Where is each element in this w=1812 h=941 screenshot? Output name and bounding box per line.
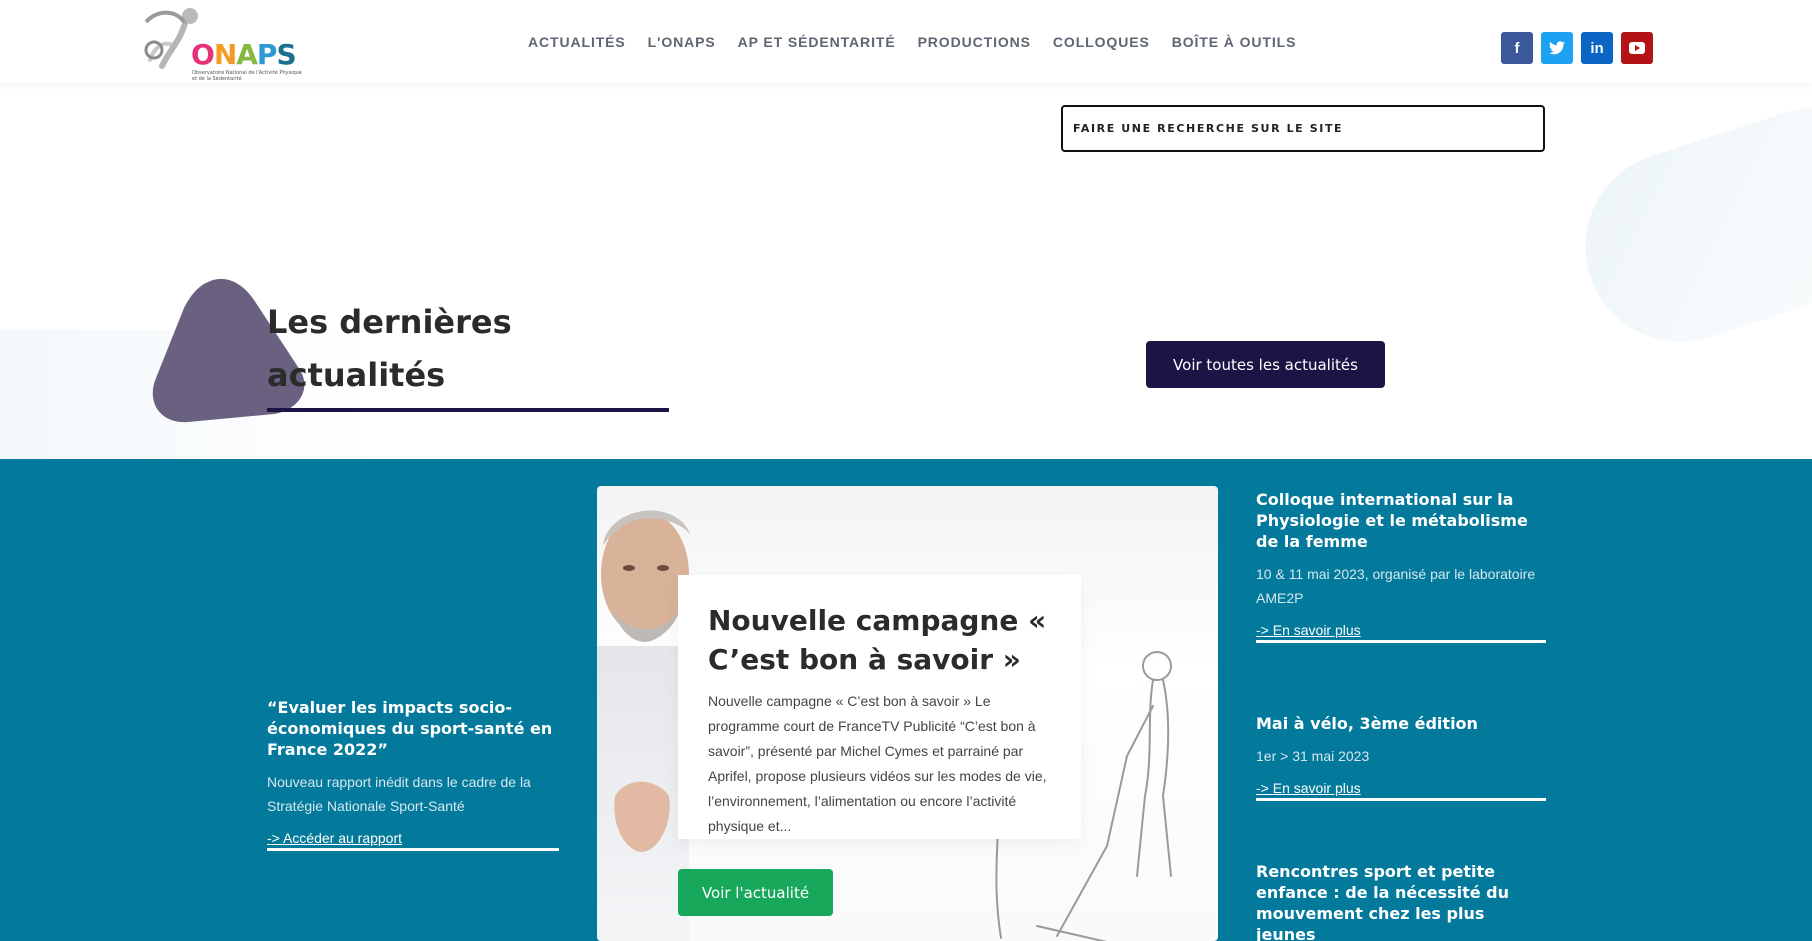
- decorative-shape: [1560, 83, 1812, 367]
- nav-item-onaps[interactable]: L'ONAPS: [648, 34, 716, 50]
- event-title: Mai à vélo, 3ème édition: [1256, 714, 1478, 733]
- nav-item-colloques[interactable]: COLLOQUES: [1053, 34, 1150, 50]
- event-more-link[interactable]: -> En savoir plus: [1256, 780, 1546, 801]
- site-header: ONAPS Observatoire National de l'Activit…: [0, 0, 1812, 83]
- linkedin-icon[interactable]: in: [1581, 32, 1613, 64]
- main-nav: ACTUALITÉS L'ONAPS AP ET SÉDENTARITÉ PRO…: [528, 34, 1318, 50]
- onaps-logo[interactable]: ONAPS Observatoire National de l'Activit…: [140, 4, 315, 82]
- nav-item-actualites[interactable]: ACTUALITÉS: [528, 34, 626, 50]
- featured-card: Nouvelle campagne « C’est bon à savoir »…: [597, 486, 1218, 941]
- logo-subtitle: Observatoire National de l'Activité Phys…: [192, 70, 302, 82]
- nav-item-productions[interactable]: PRODUCTIONS: [918, 34, 1031, 50]
- social-links: f in: [1501, 32, 1661, 64]
- youtube-icon[interactable]: [1621, 32, 1653, 64]
- facebook-icon[interactable]: f: [1501, 32, 1533, 64]
- view-article-button[interactable]: Voir l'actualité: [678, 869, 833, 916]
- featured-card-content: Nouvelle campagne « C’est bon à savoir »…: [678, 575, 1081, 839]
- event-item: Mai à vélo, 3ème édition 1er > 31 mai 20…: [1256, 713, 1546, 801]
- section-title: Les dernières actualités: [267, 296, 512, 402]
- left-article-title: “Evaluer les impacts socio-économiques d…: [267, 698, 553, 759]
- nav-item-ap-sedentarite[interactable]: AP ET SÉDENTARITÉ: [738, 34, 896, 50]
- logo-wordmark: ONAPS: [191, 38, 297, 71]
- report-link[interactable]: -> Accéder au rapport: [267, 830, 559, 851]
- nav-item-boite-a-outils[interactable]: BOÎTE À OUTILS: [1172, 34, 1297, 50]
- search-input[interactable]: [1073, 107, 1543, 150]
- featured-excerpt: Nouvelle campagne « C’est bon à savoir »…: [708, 693, 1047, 834]
- twitter-icon[interactable]: [1541, 32, 1573, 64]
- site-search: [1061, 105, 1545, 152]
- title-underline: [267, 408, 669, 412]
- event-meta: 10 & 11 mai 2023, organisé par le labora…: [1256, 566, 1536, 606]
- events-column: Colloque international sur la Physiologi…: [1256, 489, 1546, 941]
- section-title-line2: actualités: [267, 356, 446, 394]
- event-more-link[interactable]: -> En savoir plus: [1256, 622, 1546, 643]
- event-item: Colloque international sur la Physiologi…: [1256, 489, 1546, 643]
- left-article: “Evaluer les impacts socio-économiques d…: [267, 697, 559, 851]
- event-title: Rencontres sport et petite enfance : de …: [1256, 862, 1510, 941]
- event-item: Rencontres sport et petite enfance : de …: [1256, 861, 1546, 941]
- event-meta: 1er > 31 mai 2023: [1256, 748, 1370, 764]
- left-article-description: Nouveau rapport inédit dans le cadre de …: [267, 774, 531, 814]
- featured-title: Nouvelle campagne « C’est bon à savoir »: [708, 604, 1047, 676]
- all-news-button[interactable]: Voir toutes les actualités: [1146, 341, 1385, 388]
- event-title: Colloque international sur la Physiologi…: [1256, 490, 1528, 551]
- section-title-line1: Les dernières: [267, 303, 512, 341]
